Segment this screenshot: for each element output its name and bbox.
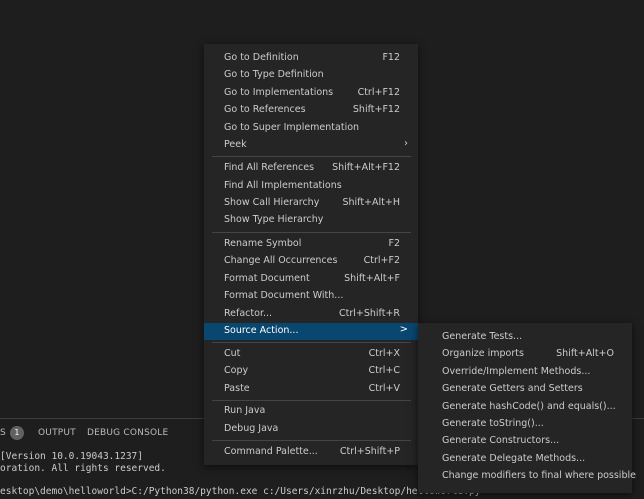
menu-item-label: Format Document With...: [224, 290, 344, 301]
submenu-item-organize-imports[interactable]: Organize imports Shift+Alt+O: [418, 346, 632, 363]
menu-item-debug-java[interactable]: Debug Java: [204, 421, 418, 438]
submenu-item-label: Override/Implement Methods...: [442, 366, 591, 377]
menu-item-go-to-references[interactable]: Go to References Shift+F12: [204, 102, 418, 119]
menu-item-label: Command Palette...: [224, 446, 318, 457]
menu-item-label: Format Document: [224, 273, 310, 284]
submenu-item-shortcut: Shift+Alt+O: [556, 348, 614, 359]
menu-item-shortcut: Ctrl+C: [368, 365, 401, 376]
submenu-item-generate-tostring[interactable]: Generate toString()...: [418, 416, 632, 433]
menu-item-label: Change All Occurrences: [224, 255, 338, 266]
menu-item-change-all-occurrences[interactable]: Change All Occurrences Ctrl+F2: [204, 253, 418, 270]
menu-item-shortcut: Ctrl+Shift+R: [338, 308, 400, 319]
terminal-line: [Version 10.0.19043.1237]: [0, 451, 143, 462]
menu-item-shortcut: Ctrl+F2: [363, 255, 400, 266]
menu-item-go-to-type-definition[interactable]: Go to Type Definition: [204, 67, 418, 84]
submenu-item-label: Organize imports: [442, 348, 524, 359]
chevron-right-icon: >: [399, 324, 408, 335]
menu-item-label: Run Java: [224, 405, 266, 416]
menu-item-find-all-implementations[interactable]: Find All Implementations: [204, 178, 418, 195]
menu-item-shortcut: Ctrl+F12: [357, 87, 400, 98]
submenu-item-label: Generate Delegate Methods...: [442, 453, 586, 464]
menu-separator: [212, 440, 411, 441]
menu-item-label: Show Call Hierarchy: [224, 197, 320, 208]
menu-item-shortcut: Shift+Alt+F: [344, 273, 400, 284]
menu-item-show-type-hierarchy[interactable]: Show Type Hierarchy: [204, 212, 418, 229]
menu-item-shortcut: Ctrl+V: [368, 383, 400, 394]
chevron-right-icon: ›: [404, 138, 408, 149]
menu-item-label: Find All References: [224, 162, 315, 173]
menu-item-label: Debug Java: [224, 423, 279, 434]
menu-item-copy[interactable]: Copy Ctrl+C: [204, 363, 418, 380]
menu-item-shortcut: F2: [388, 238, 400, 249]
submenu-item-label: Generate Getters and Setters: [442, 383, 583, 394]
menu-item-go-to-definition[interactable]: Go to Definition F12: [204, 50, 418, 67]
source-action-submenu: Generate Tests... Organize imports Shift…: [418, 323, 636, 493]
menu-item-label: Show Type Hierarchy: [224, 214, 324, 225]
submenu-item-generate-delegate-methods[interactable]: Generate Delegate Methods...: [418, 451, 632, 468]
menu-item-peek[interactable]: Peek ›: [204, 137, 418, 154]
menu-separator: [212, 400, 411, 401]
menu-item-label: Cut: [224, 348, 241, 359]
menu-item-label: Go to Implementations: [224, 87, 334, 98]
menu-item-command-palette[interactable]: Command Palette... Ctrl+Shift+P: [204, 444, 418, 461]
menu-item-go-to-implementations[interactable]: Go to Implementations Ctrl+F12: [204, 85, 418, 102]
problems-count-badge: 1: [10, 426, 24, 440]
terminal-line: esktop\demo\helloworld>C:/Python38/pytho…: [0, 486, 481, 497]
menu-item-format-document-with[interactable]: Format Document With...: [204, 288, 418, 305]
menu-item-paste[interactable]: Paste Ctrl+V: [204, 381, 418, 398]
menu-item-label: Paste: [224, 383, 250, 394]
menu-item-find-all-references[interactable]: Find All References Shift+Alt+F12: [204, 160, 418, 177]
menu-separator: [212, 232, 411, 233]
menu-item-label: Source Action...: [224, 325, 299, 336]
menu-item-shortcut: F12: [382, 52, 400, 63]
menu-item-refactor[interactable]: Refactor... Ctrl+Shift+R: [204, 306, 418, 323]
menu-separator: [212, 342, 411, 343]
submenu-item-label: Generate hashCode() and equals()...: [442, 401, 616, 412]
menu-separator: [212, 156, 411, 157]
context-menu: Go to Definition F12 Go to Type Definiti…: [204, 44, 418, 465]
menu-item-shortcut: Shift+Alt+F12: [332, 162, 400, 173]
submenu-item-generate-tests[interactable]: Generate Tests...: [418, 329, 632, 346]
menu-item-label: Go to Super Implementation: [224, 122, 360, 133]
submenu-item-label: Generate Constructors...: [442, 435, 560, 446]
menu-item-rename-symbol[interactable]: Rename Symbol F2: [204, 236, 418, 253]
menu-item-shortcut: Ctrl+Shift+P: [339, 446, 400, 457]
menu-item-label: Peek: [224, 139, 247, 150]
menu-item-shortcut: Shift+Alt+H: [342, 197, 400, 208]
menu-item-label: Go to References: [224, 104, 306, 115]
submenu-item-generate-getters-setters[interactable]: Generate Getters and Setters: [418, 381, 632, 398]
menu-item-run-java[interactable]: Run Java: [204, 403, 418, 420]
submenu-item-label: Generate Tests...: [442, 331, 523, 342]
menu-item-cut[interactable]: Cut Ctrl+X: [204, 346, 418, 363]
menu-item-label: Copy: [224, 365, 249, 376]
tab-problems[interactable]: S: [0, 428, 6, 438]
terminal-line: oration. All rights reserved.: [0, 463, 166, 474]
menu-item-label: Go to Type Definition: [224, 69, 324, 80]
menu-item-label: Find All Implementations: [224, 180, 342, 191]
menu-item-label: Rename Symbol: [224, 238, 302, 249]
menu-item-shortcut: Shift+F12: [352, 104, 400, 115]
menu-item-source-action[interactable]: Source Action... >: [204, 323, 418, 340]
submenu-item-override-implement-methods[interactable]: Override/Implement Methods...: [418, 364, 632, 381]
menu-item-format-document[interactable]: Format Document Shift+Alt+F: [204, 271, 418, 288]
tab-output[interactable]: OUTPUT: [38, 428, 76, 438]
submenu-item-label: Change modifiers to final where possible: [442, 470, 636, 481]
menu-item-shortcut: Ctrl+X: [368, 348, 400, 359]
tab-debug-console[interactable]: DEBUG CONSOLE: [87, 428, 168, 438]
menu-item-label: Go to Definition: [224, 52, 299, 63]
submenu-item-label: Generate toString()...: [442, 418, 544, 429]
menu-item-label: Refactor...: [224, 308, 273, 319]
submenu-item-generate-constructors[interactable]: Generate Constructors...: [418, 433, 632, 450]
menu-item-show-call-hierarchy[interactable]: Show Call Hierarchy Shift+Alt+H: [204, 195, 418, 212]
submenu-item-change-modifiers-final[interactable]: Change modifiers to final where possible: [418, 468, 636, 485]
menu-item-go-to-super-implementation[interactable]: Go to Super Implementation: [204, 120, 418, 137]
submenu-item-generate-hashcode-equals[interactable]: Generate hashCode() and equals()...: [418, 399, 632, 416]
